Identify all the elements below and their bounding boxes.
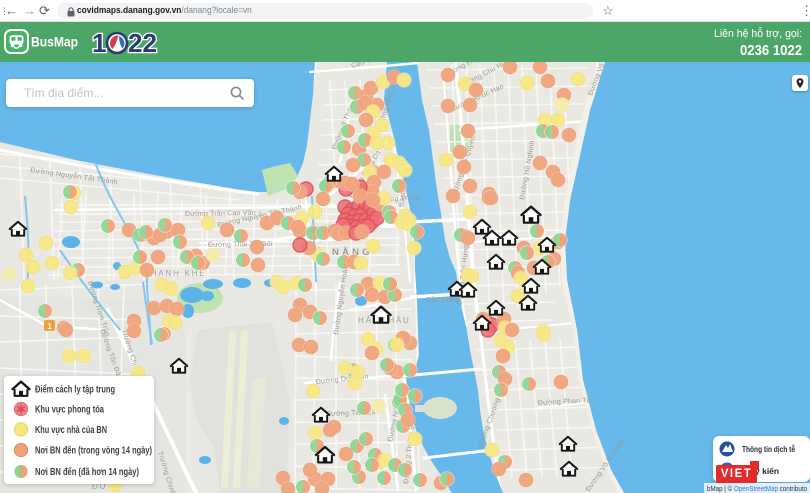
svg-text:Khu vực nhà của BN: Khu vực nhà của BN [35,425,107,436]
svg-text:Khu vực phong tỏa: Khu vực phong tỏa [35,405,104,416]
svg-text:22: 22 [128,28,157,58]
svg-text:BusMap: BusMap [31,35,78,50]
svg-text:Nơi BN đến (trong vòng 14 ngày: Nơi BN đến (trong vòng 14 ngày) [35,445,152,457]
svg-text:0236 1022: 0236 1022 [740,43,802,59]
svg-text:1: 1 [92,28,106,58]
svg-text:Thông tin dịch tễ: Thông tin dịch tễ [742,444,795,454]
svg-text:1: 1 [47,322,52,331]
svg-text:bMap | © OpenStreetMap contrib: bMap | © OpenStreetMap contributo [707,484,807,493]
svg-text:Điểm cách ly tập trung: Điểm cách ly tập trung [35,384,115,396]
svg-text:Liên hệ hỗ trợ, gọi:: Liên hệ hỗ trợ, gọi: [714,27,802,40]
svg-text:Nơi BN đến (đã hơn 14 ngày): Nơi BN đến (đã hơn 14 ngày) [35,466,139,478]
